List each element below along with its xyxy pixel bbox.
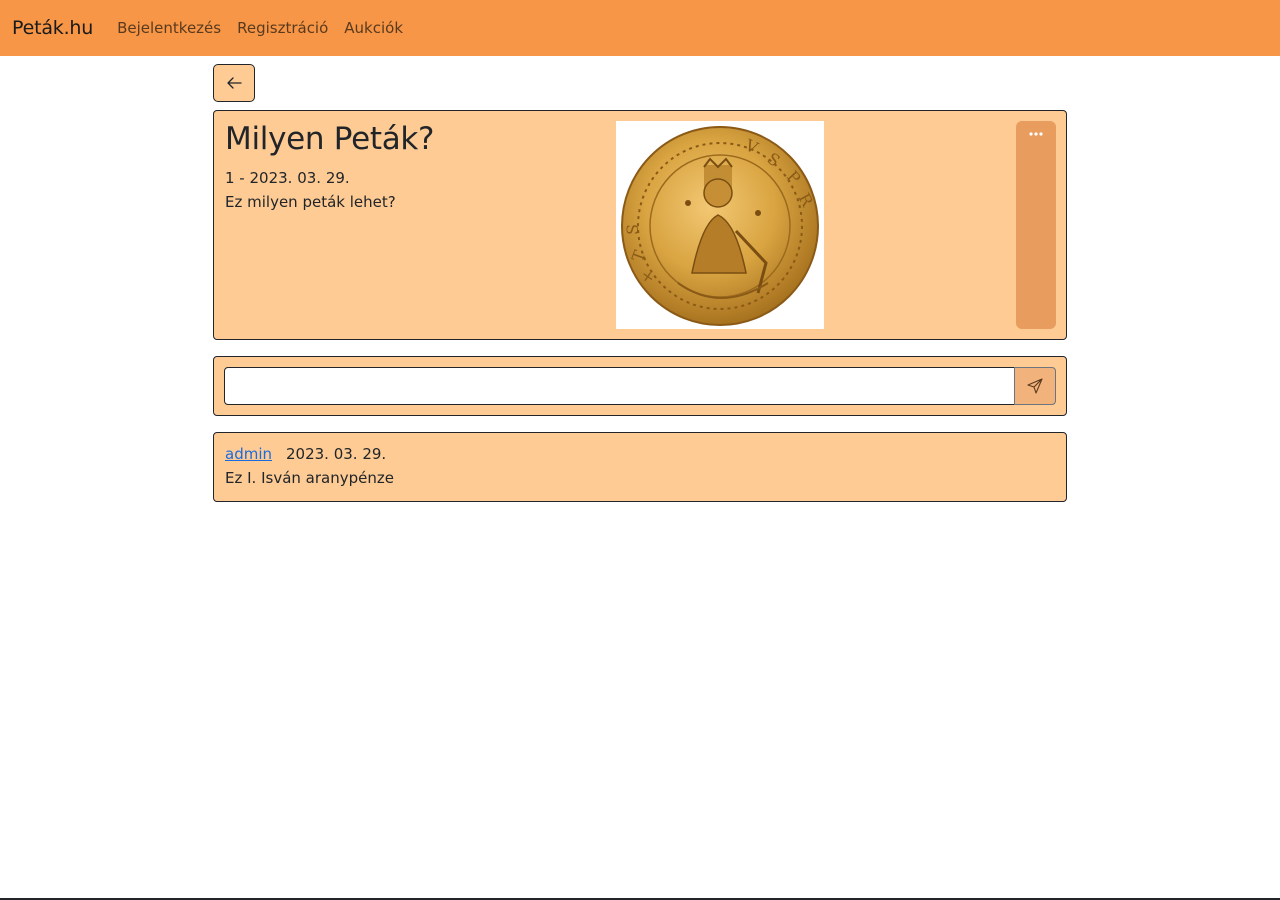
nav-link-login[interactable]: Bejelentkezés (117, 19, 221, 37)
top-navbar: Peták.hu Bejelentkezés Regisztráció Aukc… (0, 0, 1280, 56)
svg-text:S: S (623, 224, 642, 235)
nav-link-auctions[interactable]: Aukciók (344, 19, 403, 37)
gold-coin-image: V S P R S T + (621, 126, 819, 326)
send-comment-button[interactable] (1014, 367, 1056, 405)
post-body: Ez milyen peták lehet? (225, 193, 396, 211)
post-options-button[interactable] (1016, 121, 1056, 329)
post-meta: 1 - 2023. 03. 29. (225, 169, 350, 187)
comment-form (213, 356, 1067, 416)
paper-plane-icon (1027, 378, 1043, 394)
comment-date: 2023. 03. 29. (286, 445, 387, 463)
three-dots-icon (1029, 132, 1043, 136)
post-title: Milyen Peták? (225, 121, 435, 157)
comment-input[interactable] (224, 367, 1015, 405)
nav-link-register[interactable]: Regisztráció (237, 19, 328, 37)
post-card: Milyen Peták? 1 - 2023. 03. 29. Ez milye… (213, 110, 1067, 340)
comment-text: Ez I. Isván aranypénze (225, 469, 394, 487)
arrow-left-icon (227, 77, 242, 89)
back-button[interactable] (213, 64, 255, 102)
brand-logo[interactable]: Peták.hu (12, 17, 93, 39)
post-image: V S P R S T + (616, 121, 824, 329)
comment-author-link[interactable]: admin (225, 445, 272, 463)
comment-card: admin 2023. 03. 29. Ez I. Isván aranypén… (213, 432, 1067, 502)
